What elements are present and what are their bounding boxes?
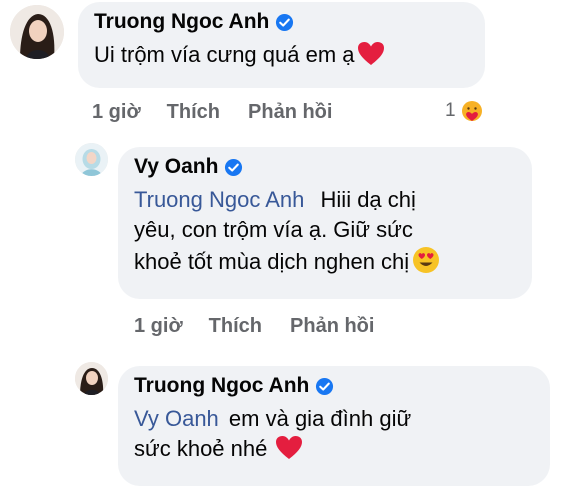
mention-link[interactable]: Vy Oanh [134, 406, 219, 431]
comment-bubble-2: Vy Oanh Truong Ngoc Anh Hiii dạ chị yêu,… [118, 147, 532, 299]
comment-author[interactable]: Truong Ngoc Anh [134, 374, 534, 398]
comment-time[interactable]: 1 giờ [92, 101, 141, 124]
like-button[interactable]: Thích [209, 315, 262, 338]
comment-actions-1: 1 giờ Thích Phản hồi [92, 101, 332, 124]
comment-text-body: Ui trộm vía cưng quá em ạ [94, 42, 355, 67]
comment-bubble-1: Truong Ngoc Anh Ui trộm vía cưng quá em … [78, 2, 485, 88]
author-name[interactable]: Truong Ngoc Anh [94, 10, 269, 34]
care-reaction-icon [460, 99, 484, 123]
red-heart-icon [275, 435, 303, 460]
author-name[interactable]: Vy Oanh [134, 155, 218, 179]
like-button[interactable]: Thích [167, 101, 220, 124]
verified-badge-icon [315, 377, 334, 396]
reaction-summary[interactable]: 1 [445, 99, 484, 123]
avatar-truong-ngoc-anh[interactable] [10, 5, 64, 59]
author-name[interactable]: Truong Ngoc Anh [134, 374, 309, 398]
comment-text-line: Hiii dạ chị [320, 187, 416, 212]
comment-text: Vy Oanh em và gia đình giữ sức khoẻ nhé [134, 404, 534, 464]
comment-text-line: em và gia đình giữ [228, 406, 412, 431]
comment-time[interactable]: 1 giờ [134, 315, 183, 338]
verified-badge-icon [224, 158, 243, 177]
verified-badge-icon [275, 13, 294, 32]
comment-bubble-3: Truong Ngoc Anh Vy Oanh em và gia đình g… [118, 366, 550, 486]
comment-author[interactable]: Vy Oanh [134, 155, 516, 179]
reply-button[interactable]: Phản hồi [248, 101, 332, 124]
red-heart-icon [357, 41, 385, 66]
comment-actions-2: 1 giờ Thích Phản hồi [134, 315, 374, 338]
reply-button[interactable]: Phản hồi [290, 315, 374, 338]
comment-text: Truong Ngoc Anh Hiii dạ chị yêu, con trộ… [134, 185, 516, 277]
comment-text-line: sức khoẻ nhé [134, 436, 268, 461]
avatar-truong-ngoc-anh[interactable] [75, 362, 108, 395]
heart-eyes-emoji-icon [411, 245, 441, 275]
mention-link[interactable]: Truong Ngoc Anh [134, 187, 304, 212]
comment-text: Ui trộm vía cưng quá em ạ [94, 40, 469, 70]
comment-author[interactable]: Truong Ngoc Anh [94, 10, 469, 34]
comment-text-line: yêu, con trộm vía ạ. Giữ sức [134, 217, 413, 242]
comment-text-line: khoẻ tốt mùa dịch nghen chị [134, 249, 410, 274]
avatar-vy-oanh[interactable] [75, 143, 108, 176]
reaction-count: 1 [445, 100, 456, 121]
